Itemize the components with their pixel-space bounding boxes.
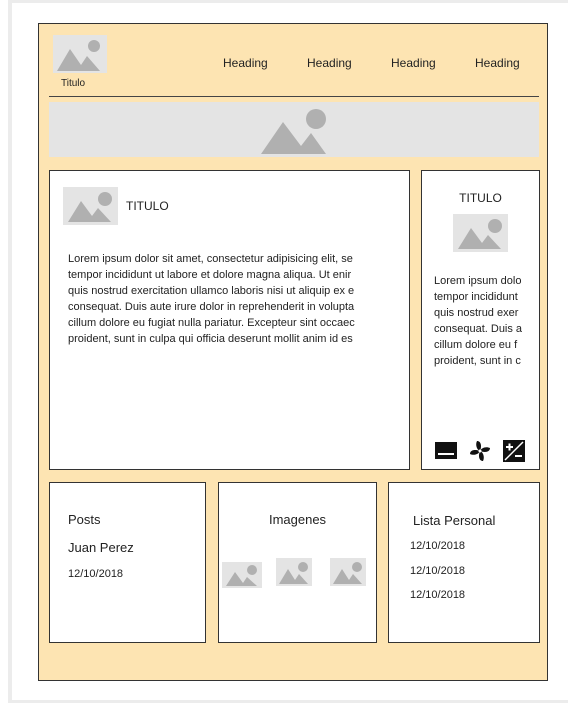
article-line: Lorem ipsum dolor sit amet, consectetur …	[68, 253, 353, 265]
side-title: TITULO	[459, 191, 502, 205]
article-line: consequat. Duis aute irure dolor in repr…	[68, 301, 355, 313]
gallery-image-3[interactable]	[330, 558, 366, 586]
image-icon	[226, 565, 257, 586]
image-icon	[261, 109, 326, 154]
side-card: TITULO Lorem ipsum dolo tempor incididun…	[421, 170, 540, 470]
posts-card: Posts Juan Perez 12/10/2018	[49, 482, 206, 643]
article-line: proident, sunt in culpa qui officia dese…	[68, 333, 353, 345]
wireframe-page: Titulo Heading Heading Heading Heading T…	[38, 23, 548, 681]
gallery-image-1[interactable]	[222, 562, 262, 588]
article-line: cillum dolore eu fugiat nulla pariatur. …	[68, 317, 355, 329]
header-divider	[49, 96, 539, 97]
nav-heading-3[interactable]: Heading	[391, 56, 436, 70]
fan-icon[interactable]	[468, 439, 492, 463]
images-title: Imagenes	[268, 512, 327, 527]
personal-list-card: Lista Personal 12/10/2018 12/10/2018 12/…	[388, 482, 540, 643]
side-body: Lorem ipsum dolo tempor incididunt quis …	[434, 273, 529, 369]
image-icon	[333, 562, 362, 584]
image-icon	[57, 40, 100, 71]
exposure-icon[interactable]	[502, 439, 526, 463]
side-line: quis nostrud exer	[434, 307, 519, 319]
side-line: consequat. Duis a	[434, 323, 523, 335]
list-item[interactable]: 12/10/2018	[410, 540, 465, 552]
list-item[interactable]: 12/10/2018	[410, 589, 465, 601]
article-image-placeholder	[63, 187, 118, 225]
side-image-placeholder	[453, 214, 508, 252]
nav-heading-2[interactable]: Heading	[307, 56, 352, 70]
side-line: proident, sunt in c	[434, 355, 521, 367]
post-date: 12/10/2018	[68, 568, 124, 580]
banner-image-placeholder	[49, 102, 539, 157]
article-title: TITULO	[126, 199, 169, 213]
post-author[interactable]: Juan Perez	[68, 540, 134, 555]
gallery-image-2[interactable]	[276, 558, 312, 586]
nav-heading-1[interactable]: Heading	[223, 56, 268, 70]
article-body: Lorem ipsum dolor sit amet, consectetur …	[68, 251, 378, 347]
side-line: tempor incididunt	[434, 291, 518, 303]
list-title: Lista Personal	[413, 513, 496, 528]
list-item[interactable]: 12/10/2018	[410, 565, 465, 577]
nav-heading-4[interactable]: Heading	[475, 56, 520, 70]
logo-caption: Titulo	[61, 78, 86, 89]
image-icon	[68, 192, 112, 222]
logo-image-placeholder	[53, 35, 107, 73]
image-icon	[279, 562, 308, 584]
subtitles-icon[interactable]	[434, 439, 458, 463]
side-line: cillum dolore eu f	[434, 339, 518, 351]
side-line: Lorem ipsum dolo	[434, 275, 522, 287]
main-article-card: TITULO Lorem ipsum dolor sit amet, conse…	[49, 170, 410, 470]
posts-title: Posts	[68, 512, 101, 527]
article-line: quis nostrud exercitation ullamco labori…	[68, 285, 355, 297]
images-card: Imagenes	[218, 482, 377, 643]
image-icon	[458, 219, 502, 249]
article-line: tempor incididunt ut labore et dolore ma…	[68, 269, 352, 281]
